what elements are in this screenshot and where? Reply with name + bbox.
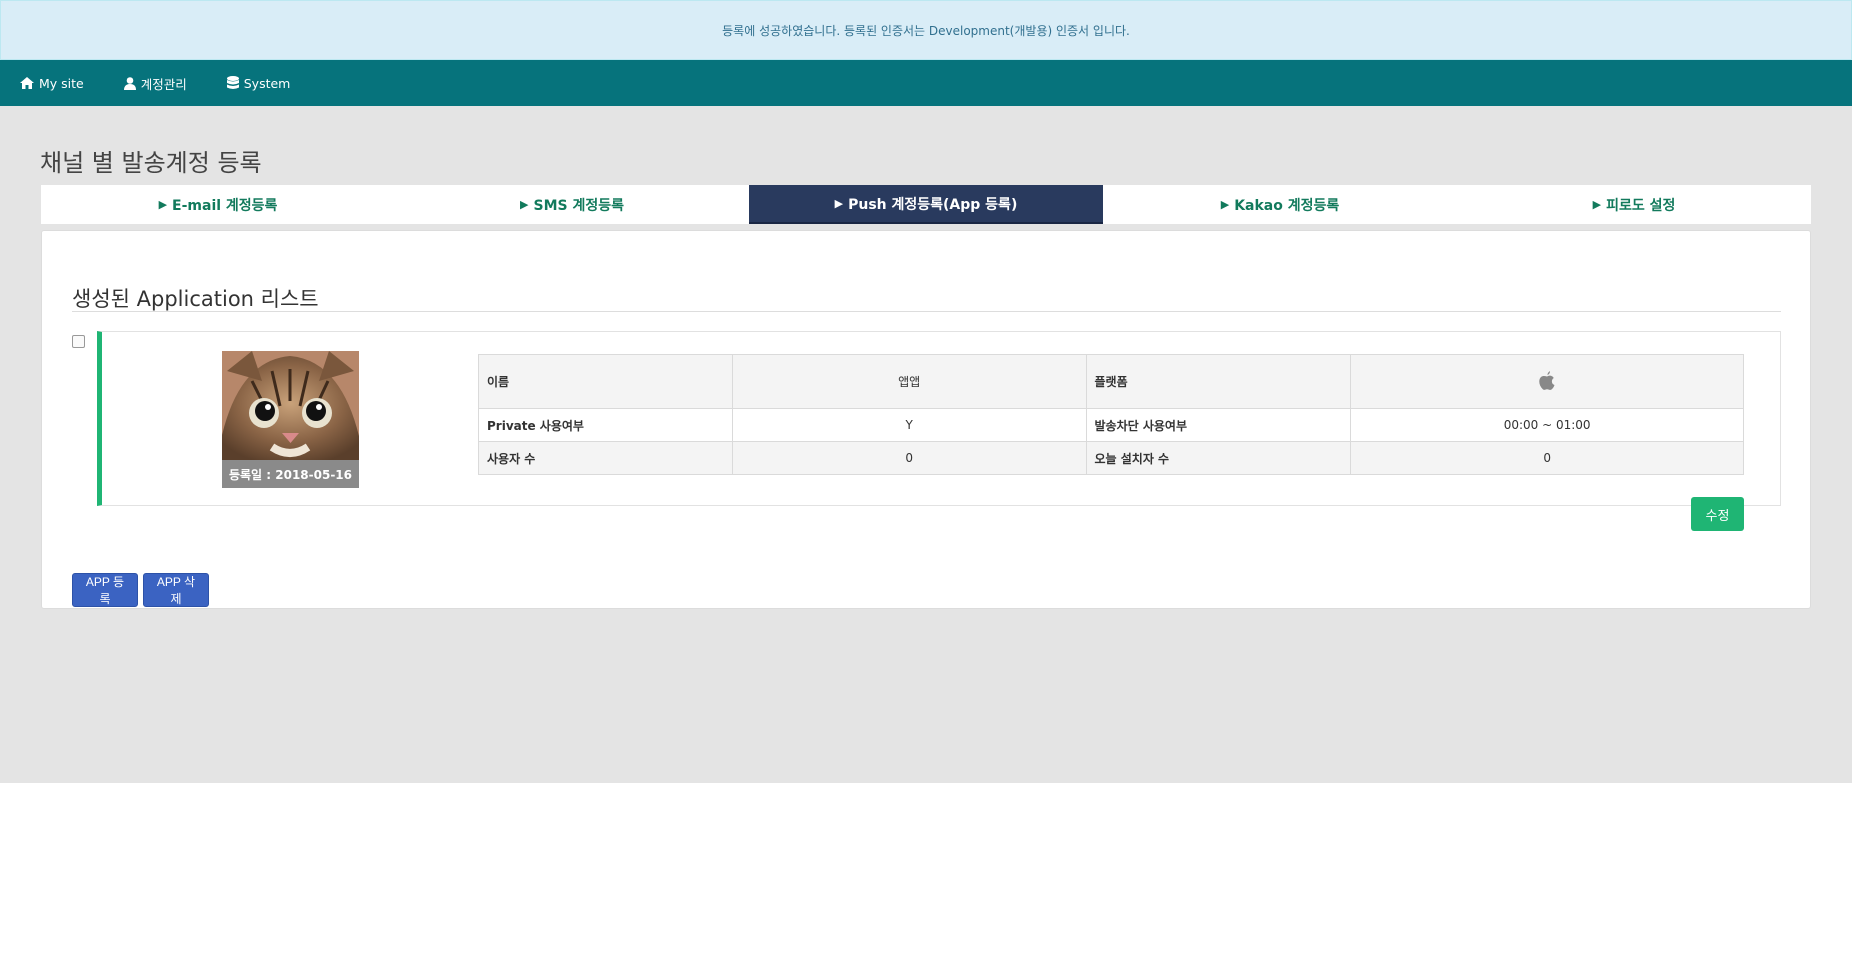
table-cell-value: Y	[731, 408, 1087, 442]
app-thumbnail: 등록일 : 2018-05-16	[222, 351, 359, 488]
table-row: 사용자 수 0 오늘 설치자 수 0	[478, 441, 1744, 475]
add-app-button[interactable]: APP 등록	[72, 573, 138, 607]
tab-label: SMS 계정등록	[533, 197, 624, 214]
tab-push[interactable]: ▶ Push 계정등록(App 등록)	[749, 185, 1103, 224]
main-content: 채널 별 발송계정 등록 ▶ E-mail 계정등록 ▶ SMS 계정등록 ▶ Pus…	[0, 106, 1852, 783]
home-icon	[20, 77, 34, 89]
tab-sms[interactable]: ▶ SMS 계정등록	[395, 185, 749, 224]
table-row: Private 사용여부 Y 발송차단 사용여부 00:00 ~ 01:00	[478, 408, 1744, 442]
nav-label: My site	[39, 75, 84, 91]
tab-label: E-mail 계정등록	[172, 197, 278, 214]
table-cell-value: 0	[731, 441, 1087, 475]
app-actions: APP 등록 APP 삭제	[72, 573, 214, 607]
table-cell-key: Private 사용여부	[478, 408, 733, 442]
apple-icon	[1539, 370, 1555, 390]
tab-label: Push 계정등록(App 등록)	[848, 196, 1018, 213]
tab-fatigue[interactable]: ▶ 피로도 설정	[1457, 185, 1811, 224]
section-title: 생성된 Application 리스트	[72, 287, 319, 311]
edit-button[interactable]: 수정	[1691, 497, 1744, 531]
app-info-table: 이름 앱앱 플랫폼 Private 사용여부 Y 발송차단 사용여부 00:00…	[478, 354, 1744, 475]
database-icon	[226, 76, 239, 89]
nav-item-my-site[interactable]: My site	[20, 76, 84, 91]
table-row: 이름 앱앱 플랫폼	[478, 354, 1744, 409]
table-cell-value: 00:00 ~ 01:00	[1350, 408, 1744, 442]
registration-date: 등록일 : 2018-05-16	[222, 460, 359, 488]
top-navbar: My site 계정관리 System	[0, 60, 1852, 106]
table-cell-key: 사용자 수	[478, 441, 733, 475]
tab-marker: ▶	[520, 198, 529, 211]
table-cell-value: 앱앱	[731, 354, 1087, 409]
channel-tabs: ▶ E-mail 계정등록 ▶ SMS 계정등록 ▶ Push 계정등록(App 등록…	[41, 185, 1811, 224]
nav-item-system[interactable]: System	[226, 75, 291, 91]
tab-marker: ▶	[1220, 198, 1230, 211]
nav-item-account[interactable]: 계정관리	[123, 74, 187, 93]
tab-marker: ▶	[834, 197, 844, 210]
table-cell-value: 0	[1350, 441, 1744, 475]
tab-kakao[interactable]: ▶ Kakao 계정등록	[1103, 185, 1457, 224]
tab-marker: ▶	[1592, 198, 1602, 211]
section-divider	[72, 311, 1781, 312]
app-select-checkbox[interactable]	[72, 335, 85, 348]
table-cell-key: 플랫폼	[1085, 354, 1352, 409]
alert-message: 등록에 성공하였습니다. 등록된 인증서는 Development(개발용) 인…	[722, 23, 1130, 38]
delete-app-button[interactable]: APP 삭제	[143, 573, 209, 607]
tab-marker: ▶	[158, 198, 168, 211]
table-cell-key: 이름	[478, 354, 733, 409]
table-cell-value	[1350, 354, 1744, 409]
tab-email[interactable]: ▶ E-mail 계정등록	[41, 185, 395, 224]
page-title: 채널 별 발송계정 등록	[40, 149, 262, 177]
table-cell-key: 오늘 설치자 수	[1085, 441, 1352, 475]
app-list-panel: 생성된 Application 리스트 등록일: 2018-05-16 이름 …	[41, 230, 1811, 609]
tab-label: 피로도 설정	[1606, 197, 1676, 214]
user-icon	[123, 76, 136, 90]
app-card: 등록일 : 2018-05-16 이름 앱앱 플랫폼 Private 사용여부 …	[97, 331, 1781, 531]
success-alert: 등록에 성공하였습니다. 등록된 인증서는 Development(개발용) 인…	[0, 0, 1852, 60]
nav-label: 계정관리	[140, 76, 187, 92]
tab-label: Kakao 계정등록	[1234, 197, 1340, 214]
nav-label: System	[243, 75, 291, 91]
table-cell-key: 발송차단 사용여부	[1085, 408, 1352, 442]
